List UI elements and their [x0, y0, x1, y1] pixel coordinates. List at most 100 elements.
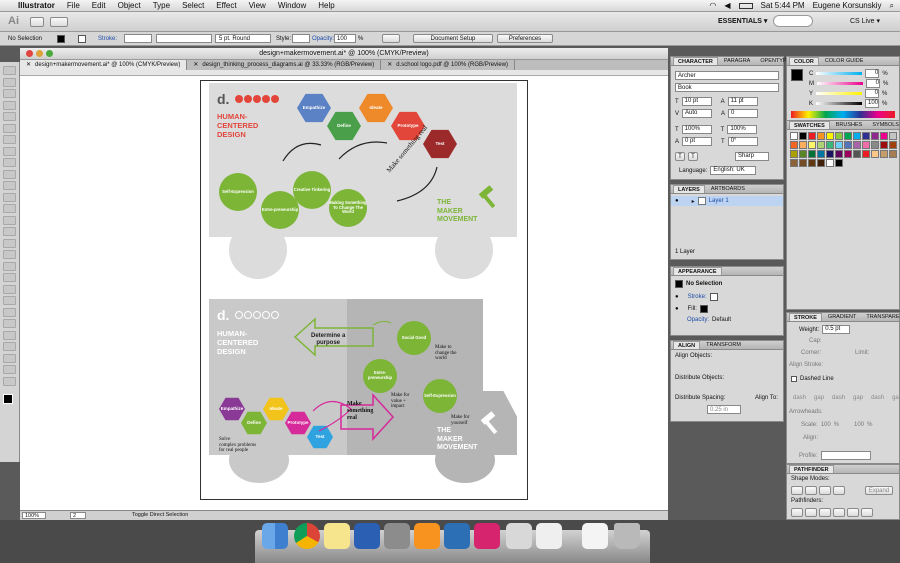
illustrator-icon[interactable]	[414, 523, 440, 549]
swatch[interactable]	[826, 159, 834, 167]
rectangle-tool-icon[interactable]	[3, 146, 16, 156]
strikethrough-button[interactable]: T	[688, 152, 698, 161]
ruler-top[interactable]	[20, 70, 668, 76]
line-tool-icon[interactable]	[3, 135, 16, 144]
selection-tool-icon[interactable]	[3, 66, 16, 75]
finder-icon[interactable]	[262, 523, 288, 549]
kerning-field[interactable]: Auto	[682, 109, 713, 118]
tab-transparency[interactable]: TRANSPARE	[862, 313, 900, 321]
swatch[interactable]	[871, 132, 879, 140]
tab-layers[interactable]: LAYERS	[673, 185, 705, 193]
dash-2[interactable]: dash	[832, 395, 845, 401]
swatch[interactable]	[808, 150, 816, 158]
horizontal-scale-field[interactable]: 100%	[727, 125, 758, 134]
free-transform-tool-icon[interactable]	[3, 238, 16, 248]
graph-tool-icon[interactable]	[3, 330, 16, 340]
trash-icon[interactable]	[614, 523, 640, 549]
spacing-field[interactable]: 0.25 in	[707, 405, 741, 414]
chrome-icon[interactable]	[294, 523, 320, 549]
swatch[interactable]	[880, 132, 888, 140]
swatch[interactable]	[817, 159, 825, 167]
swatch[interactable]	[862, 150, 870, 158]
zoom-tool-icon[interactable]	[3, 376, 16, 386]
menu-effect[interactable]: Effect	[210, 1, 242, 10]
workspace-switcher[interactable]: ESSENTIALS ▾	[718, 17, 767, 25]
type-tool-icon[interactable]	[3, 123, 16, 133]
documents-folder-icon[interactable]	[582, 523, 608, 549]
gap-3[interactable]: gap	[892, 395, 900, 401]
spotlight-icon[interactable]: ⌕	[890, 1, 894, 11]
language-field[interactable]: English: UK	[710, 166, 757, 175]
exclude-icon[interactable]	[833, 486, 845, 495]
scale-tool-icon[interactable]	[3, 215, 16, 225]
swatch[interactable]	[790, 150, 798, 158]
swatch[interactable]	[871, 141, 879, 149]
direct-selection-tool-icon[interactable]	[3, 77, 16, 87]
swatch[interactable]	[799, 132, 807, 140]
artboard[interactable]: d. HUMAN- CENTERED DESIGN Empathize Defi…	[200, 80, 528, 500]
clock[interactable]: Sat 5:44 PM	[761, 1, 805, 10]
unite-icon[interactable]	[791, 486, 803, 495]
swatch[interactable]	[826, 150, 834, 158]
swatch[interactable]	[790, 159, 798, 167]
width-tool-icon[interactable]	[3, 227, 16, 236]
bridge-button[interactable]	[30, 17, 44, 27]
stroke-swatch[interactable]	[78, 35, 86, 43]
acrobat-icon[interactable]	[506, 523, 532, 549]
tab-close-icon[interactable]: ✕	[26, 60, 31, 70]
tab-stroke[interactable]: STROKE	[789, 313, 822, 321]
swatch[interactable]	[790, 141, 798, 149]
graphic-style-picker[interactable]	[292, 34, 310, 43]
shape-builder-tool-icon[interactable]	[3, 250, 16, 259]
expand-layer-icon[interactable]: ▸	[692, 198, 695, 205]
circle-self-expression[interactable]: Self-Expression	[219, 173, 257, 211]
symbol-sprayer-tool-icon[interactable]	[3, 319, 16, 328]
gradient-tool-icon[interactable]	[3, 284, 16, 294]
menu-type[interactable]: Type	[147, 1, 176, 10]
dash-3[interactable]: dash	[871, 395, 884, 401]
preferences-button[interactable]: Preferences	[497, 34, 553, 43]
rotation-field[interactable]: 0°	[727, 137, 758, 146]
swatch[interactable]	[808, 141, 816, 149]
swatch[interactable]	[835, 141, 843, 149]
swatch[interactable]	[790, 132, 798, 140]
color-fill-swatch[interactable]	[791, 69, 803, 81]
c-value[interactable]: 0	[865, 69, 880, 78]
swatch[interactable]	[835, 132, 843, 140]
layer-name[interactable]: Layer 1	[709, 198, 729, 204]
fill-stroke-icon[interactable]	[3, 394, 13, 404]
swatch[interactable]	[889, 132, 897, 140]
font-family-field[interactable]: Archer	[675, 71, 779, 80]
rotate-tool-icon[interactable]	[3, 204, 16, 213]
expand-button[interactable]: Expand	[865, 486, 893, 495]
cs-live-button[interactable]: CS Live ▾	[850, 17, 880, 25]
tab-appearance[interactable]: APPEARANCE	[673, 267, 722, 275]
swatch[interactable]	[817, 150, 825, 158]
swatch[interactable]	[808, 159, 816, 167]
vertical-scale-field[interactable]: 100%	[681, 125, 712, 134]
appearance-opacity-label[interactable]: Opacity:	[687, 317, 709, 323]
profile-field[interactable]	[820, 451, 871, 460]
swatch[interactable]	[826, 141, 834, 149]
stickies-icon[interactable]	[324, 523, 350, 549]
antialiasing-field[interactable]: Sharp	[735, 152, 769, 161]
menu-window[interactable]: Window	[272, 1, 312, 10]
lasso-tool-icon[interactable]	[3, 100, 16, 110]
circle-entrepreneurship-2[interactable]: Entre-preneurship	[363, 359, 397, 393]
system-preferences-icon[interactable]	[384, 523, 410, 549]
app-menu[interactable]: Illustrator	[12, 1, 61, 10]
swatch[interactable]	[835, 159, 843, 167]
crop-icon[interactable]	[833, 508, 845, 517]
circle-creative-tinkering[interactable]: Creative Tinkering	[293, 171, 331, 209]
swatch[interactable]	[844, 150, 852, 158]
swatch[interactable]	[808, 132, 816, 140]
minimize-window-icon[interactable]	[36, 50, 43, 57]
tab-design-makermovement[interactable]: ✕ design+makermovement.ai* @ 100% (CMYK/P…	[20, 60, 188, 70]
eraser-tool-icon[interactable]	[3, 192, 16, 202]
divide-icon[interactable]	[791, 508, 803, 517]
merge-icon[interactable]	[819, 508, 831, 517]
swatch[interactable]	[835, 150, 843, 158]
leading-field[interactable]: 11 pt	[727, 97, 758, 106]
menu-object[interactable]: Object	[112, 1, 147, 10]
swatch[interactable]	[799, 150, 807, 158]
